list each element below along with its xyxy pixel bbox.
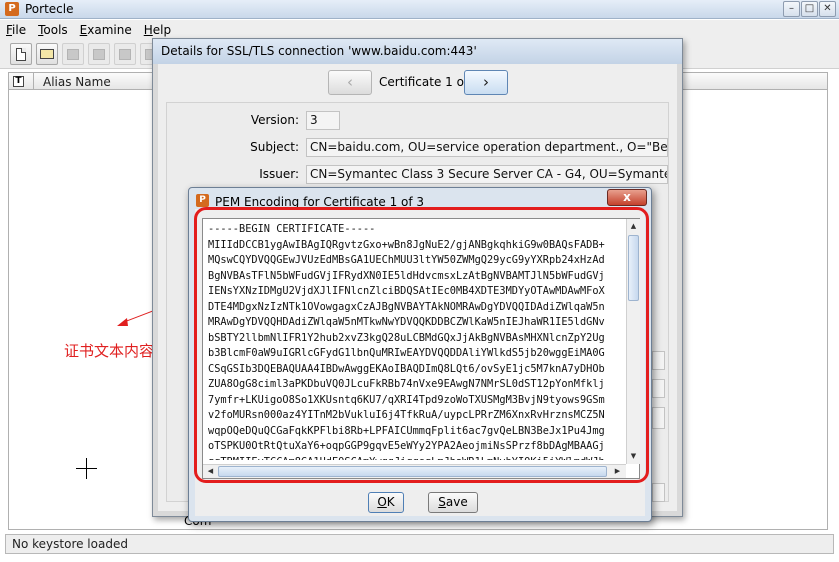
subject-label: Subject:	[250, 140, 299, 154]
pem-line: MIIIdDCCB1ygAwIBAgIQRgvtzGxo+wBn8JgNuE2/…	[208, 238, 605, 251]
pem-content: -----BEGIN CERTIFICATE----- MIIIdDCCB1ygA…	[195, 209, 645, 516]
menu-tools[interactable]: Tools	[32, 23, 74, 37]
menubar: File Tools Examine Help	[0, 20, 839, 39]
detail-field-edge[interactable]	[652, 483, 665, 502]
ok-mnemonic: O	[377, 495, 387, 509]
save-icon	[67, 48, 79, 60]
window-title: Portecle	[25, 2, 74, 16]
details-title: Details for SSL/TLS connection 'www.baid…	[161, 44, 477, 58]
details-titlebar: Details for SSL/TLS connection 'www.baid…	[153, 39, 682, 64]
next-certificate-button[interactable]: ›	[464, 70, 508, 95]
status-text: No keystore loaded	[12, 537, 128, 551]
save-mnemonic: S	[438, 495, 446, 509]
new-keystore-button[interactable]	[10, 43, 32, 65]
detail-button-edge[interactable]	[652, 407, 665, 429]
pem-line: IENsYXNzIDMgU2VjdXJlIFNlcnZlciBDQSAtIEc0…	[208, 285, 605, 297]
pem-line: bSBTY2llbmNlIFR1Y2hub2xvZ3kgQ28uLCBMdGQx…	[208, 331, 605, 344]
ok-rest: K	[386, 495, 395, 509]
detail-field-edge[interactable]	[652, 379, 665, 398]
pem-title: PEM Encoding for Certificate 1 of 3	[215, 195, 425, 209]
portecle-icon: P	[5, 2, 19, 16]
menu-help-mnemonic: H	[143, 22, 153, 37]
pem-line: v2foMURsn000az4YITnM2bVukluI6j4TfkRuA/uy…	[208, 409, 605, 421]
window-controls: – □ ✕	[783, 1, 836, 17]
main-titlebar: P Portecle – □ ✕	[0, 0, 839, 19]
pem-line: BgNVBAsTFlN5bWFudGVjIFRydXN0IE5ldHdvcmsx…	[208, 269, 605, 282]
issuer-label: Issuer:	[259, 167, 299, 181]
version-field[interactable]: 3	[306, 111, 340, 130]
open-keystore-button[interactable]	[36, 43, 58, 65]
menu-help[interactable]: Help	[138, 23, 177, 37]
pem-encoding-dialog: P PEM Encoding for Certificate 1 of 3 x …	[188, 187, 652, 522]
pem-line: MQswCQYDVQQGEwJVUzEdMBsGA1UEChMUU3ltYW50…	[208, 254, 605, 266]
subject-field[interactable]: CN=baidu.com, OU=service operation depar…	[306, 138, 668, 157]
column-separator[interactable]	[33, 73, 34, 89]
scroll-left-icon[interactable]: ◀	[204, 465, 217, 478]
horizontal-scroll-thumb[interactable]	[218, 466, 607, 477]
pem-line: b3BlcmF0aW9uIGRlcGFydG1lbnQuMRIwEAYDVQQD…	[208, 347, 605, 359]
menu-file-rest: ile	[12, 22, 27, 37]
pem-line: ZUA8OgG8ciml3aPKDbuVQ0JLcuFkRBb74nVxe9EA…	[208, 378, 605, 390]
close-button[interactable]: ✕	[819, 1, 836, 17]
generate-keypair-button[interactable]	[88, 43, 110, 65]
menu-help-rest: elp	[152, 22, 172, 37]
keypair-icon	[93, 48, 105, 60]
menu-examine[interactable]: Examine	[74, 23, 138, 37]
maximize-button[interactable]: □	[801, 1, 818, 17]
pem-line: 7ymfr+LKUigoO8So1XKUsntq6KU7/qXRI4Tpd9zo…	[208, 393, 605, 406]
menu-examine-rest: xamine	[87, 22, 132, 37]
save-keystore-button[interactable]	[62, 43, 84, 65]
portecle-icon: P	[196, 194, 209, 207]
pem-text[interactable]: -----BEGIN CERTIFICATE----- MIIIdDCCB1ygA…	[208, 222, 622, 460]
pem-line: DTE4MDgxNzIzNTk1OVowgagxCzAJBgNVBAYTAkNO…	[208, 300, 605, 313]
detail-field-edge[interactable]	[652, 351, 665, 370]
previous-certificate-button[interactable]: ‹	[328, 70, 372, 95]
scroll-right-icon[interactable]: ▶	[611, 465, 624, 478]
pem-line: ggTBMIIEvTCCAm8GA1UdEQSCAmYwggJiggsqLmJh…	[208, 455, 622, 461]
minimize-button[interactable]: –	[783, 1, 800, 17]
alias-name-column[interactable]: Alias Name	[43, 75, 111, 89]
new-document-icon	[16, 47, 26, 61]
save-button[interactable]: Save	[428, 492, 478, 513]
pem-line: oTSPKU0OtRtQtuXaY6+oqpGGP9gqvE5eWYy2YPA2…	[208, 440, 605, 452]
statusbar: No keystore loaded	[5, 534, 834, 554]
pem-text-area[interactable]: -----BEGIN CERTIFICATE----- MIIIdDCCB1ygA…	[202, 218, 640, 479]
horizontal-scrollbar[interactable]: ◀ ▶	[203, 464, 626, 478]
entry-type-icon[interactable]: T	[13, 76, 24, 87]
open-folder-icon	[40, 49, 54, 59]
issuer-field[interactable]: CN=Symantec Class 3 Secure Server CA - G…	[306, 165, 668, 184]
pem-line: wqpOQeDQuQCGaFqkKPFlbi8Rb+LPFAICUmmqFpli…	[208, 424, 605, 437]
pem-close-button[interactable]: x	[607, 189, 647, 206]
pem-line: -----BEGIN CERTIFICATE-----	[208, 223, 376, 235]
vertical-scroll-thumb[interactable]	[628, 235, 639, 301]
scroll-up-icon[interactable]: ▲	[627, 220, 640, 233]
crosshair-cursor	[76, 458, 97, 479]
ok-button[interactable]: OK	[368, 492, 404, 513]
import-certificate-button[interactable]	[114, 43, 136, 65]
annotation-label: 证书文本内容	[64, 342, 155, 360]
pem-line: MRAwDgYDVQQHDAdiZWlqaW5nMTkwNwYDVQQKDDBC…	[208, 316, 605, 328]
pem-line: CSqGSIb3DQEBAQUAA4IBDwAwggEKAoIBAQDImQ8L…	[208, 362, 605, 375]
vertical-scrollbar[interactable]: ▲ ▼	[626, 219, 640, 464]
certificate-icon	[119, 48, 131, 60]
version-label: Version:	[250, 113, 299, 127]
scroll-down-icon[interactable]: ▼	[627, 450, 640, 463]
menu-file[interactable]: File	[0, 23, 32, 37]
save-rest: ave	[445, 495, 468, 509]
menu-tools-rest: ools	[43, 22, 68, 37]
